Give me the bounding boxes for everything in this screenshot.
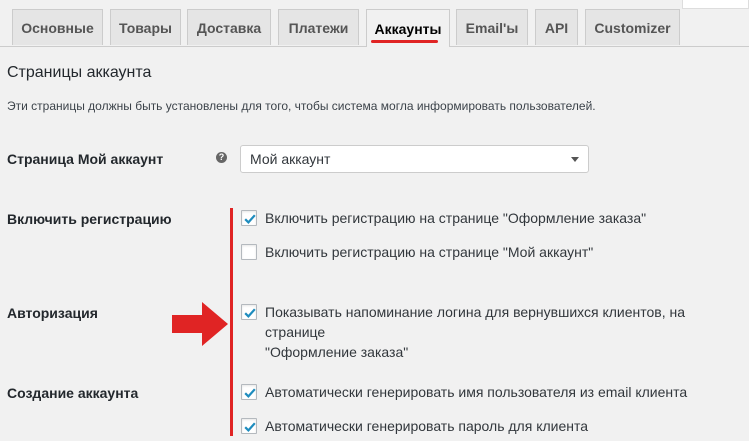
section-title: Страницы аккаунта	[7, 64, 152, 81]
tab-general[interactable]: Основные	[12, 9, 103, 45]
top-right-box	[682, 0, 749, 9]
checkmark-icon	[244, 422, 256, 433]
generate-password-checkbox[interactable]	[241, 418, 257, 434]
tab-shipping[interactable]: Доставка	[187, 9, 271, 45]
tab-api[interactable]: API	[535, 9, 578, 45]
generate-username-label: Автоматически генерировать имя пользоват…	[265, 384, 688, 400]
login-reminder-label-line2: "Оформление заказа"	[265, 344, 409, 360]
tab-customizer[interactable]: Customizer	[585, 9, 680, 45]
generate-username-checkbox[interactable]	[241, 384, 257, 400]
checkout-registration-label: Включить регистрацию на странице "Оформл…	[265, 210, 647, 226]
tab-label: Email'ы	[465, 19, 519, 36]
checkmark-icon	[244, 214, 256, 225]
authorization-label: Авторизация	[7, 305, 98, 321]
generate-password-label: Автоматически генерировать пароль для кл…	[265, 418, 589, 434]
section-description: Эти страницы должны быть установлены для…	[7, 99, 596, 113]
select-value: Мой аккаунт	[250, 151, 331, 167]
checkmark-icon	[244, 308, 256, 319]
tab-label: Товары	[119, 19, 172, 36]
tab-label: Доставка	[196, 19, 262, 36]
tab-label: Основные	[21, 19, 94, 36]
login-reminder-label: Показывать напоминание логина для вернув…	[265, 302, 749, 362]
myaccount-registration-checkbox[interactable]	[241, 244, 257, 260]
chevron-down-icon	[571, 157, 579, 162]
tab-products[interactable]: Товары	[110, 9, 181, 45]
account-creation-label: Создание аккаунта	[7, 385, 139, 401]
checkmark-icon	[244, 388, 256, 399]
tab-payments[interactable]: Платежи	[278, 9, 359, 45]
registration-label: Включить регистрацию	[7, 211, 172, 227]
active-tab-underline	[371, 40, 438, 43]
tab-label: Customizer	[594, 19, 671, 36]
annotation-red-line	[230, 208, 233, 436]
myaccount-registration-label: Включить регистрацию на странице "Мой ак…	[265, 244, 594, 260]
login-reminder-label-line1: Показывать напоминание логина для вернув…	[265, 304, 686, 340]
checkout-registration-checkbox[interactable]	[241, 210, 257, 226]
tab-emails[interactable]: Email'ы	[456, 9, 528, 45]
login-reminder-checkbox[interactable]	[241, 304, 257, 320]
help-circle-icon[interactable]: ?	[216, 152, 227, 163]
tab-label: API	[544, 19, 569, 36]
red-arrow-icon	[172, 302, 228, 346]
settings-tabs: Основные Товары Доставка Платежи Аккаунт…	[0, 0, 749, 47]
my-account-page-label: Страница Мой аккаунт	[7, 151, 164, 167]
tab-label: Платежи	[288, 19, 349, 36]
my-account-page-select[interactable]: Мой аккаунт	[240, 145, 589, 173]
tab-label: Аккаунты	[374, 20, 442, 37]
